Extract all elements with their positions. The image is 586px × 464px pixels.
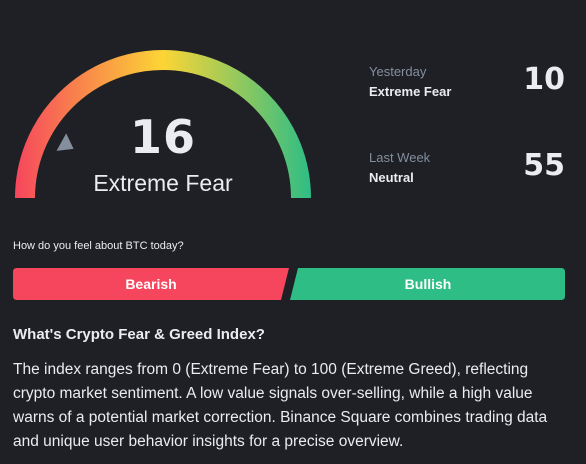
history-period-label: Yesterday: [369, 64, 427, 79]
fear-greed-gauge: 16 Extreme Fear: [0, 0, 330, 215]
info-description: The index ranges from 0 (Extreme Fear) t…: [13, 361, 548, 450]
history-yesterday: Yesterday Extreme Fear 10: [369, 62, 569, 112]
history-value: 10: [523, 62, 565, 97]
bullish-button[interactable]: Bullish: [291, 268, 565, 300]
history-classification: Extreme Fear: [369, 84, 452, 99]
sentiment-vote-bar: Bearish Bullish: [13, 268, 565, 300]
gauge-classification: Extreme Fear: [93, 170, 233, 196]
bearish-button[interactable]: Bearish: [13, 268, 289, 300]
history-last-week: Last Week Neutral 55: [369, 148, 569, 198]
history-classification: Neutral: [369, 170, 414, 185]
info-title: What's Crypto Fear & Greed Index?: [13, 326, 265, 343]
history-period-label: Last Week: [369, 150, 431, 165]
history-value: 55: [523, 148, 565, 183]
gauge-marker-icon: [56, 133, 74, 151]
gauge-value: 16: [129, 110, 196, 164]
sentiment-question: How do you feel about BTC today?: [13, 240, 184, 252]
